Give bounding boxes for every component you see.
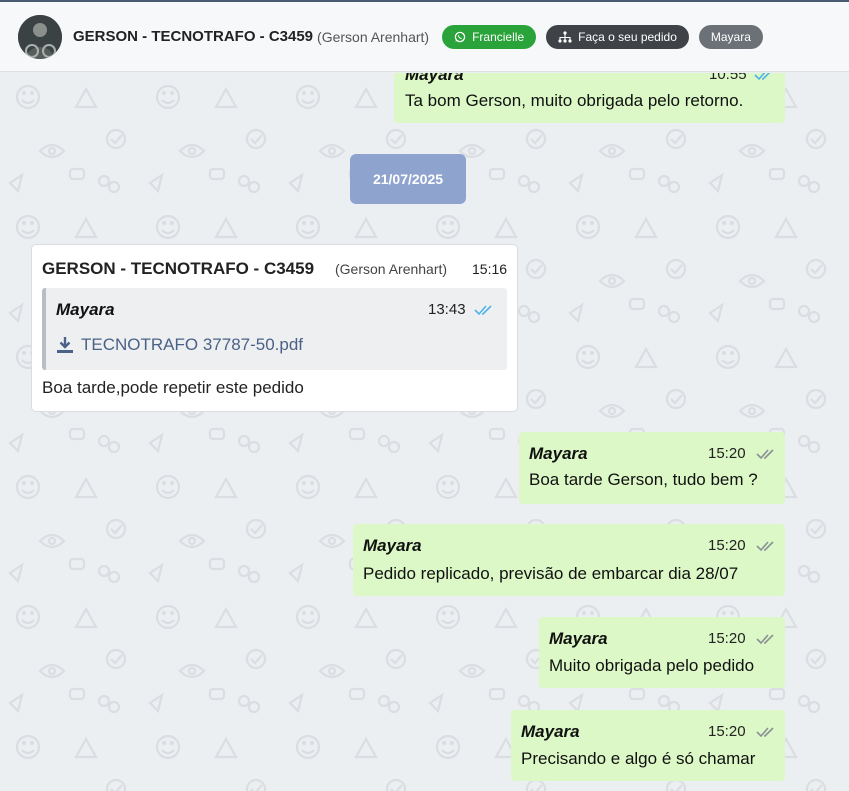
message-time: 15:16 <box>472 261 508 277</box>
message-text: Ta bom Gerson, muito obrigada pelo retor… <box>405 91 744 110</box>
read-ticks-icon <box>754 73 771 81</box>
message-text: Muito obrigada pelo pedido <box>549 656 755 675</box>
message-time: 10:55 <box>709 73 747 83</box>
contact-name[interactable]: GERSON - TECNOTRAFO - C3459 <box>73 28 313 45</box>
message-bubble-outgoing[interactable]: Mayara 15:20 Boa tarde Gerson, tudo bem … <box>519 432 785 504</box>
message-bubble-outgoing[interactable]: Mayara 15:20 Precisando e algo é só cham… <box>511 710 785 781</box>
sender-name: GERSON - TECNOTRAFO - C3459 <box>42 259 315 278</box>
message-author: Mayara <box>521 722 580 741</box>
delivered-ticks-icon <box>756 449 774 460</box>
file-name: TECNOTRAFO 37787-50.pdf <box>81 335 304 354</box>
message-bubble-incoming[interactable]: GERSON - TECNOTRAFO - C3459 (Gerson Aren… <box>31 244 518 412</box>
file-attachment-link[interactable]: TECNOTRAFO 37787-50.pdf <box>56 335 303 355</box>
message-bubble-outgoing[interactable]: Mayara 15:20 Muito obrigada pelo pedido <box>539 617 785 688</box>
message-text: Precisando e algo é só chamar <box>521 749 756 768</box>
date-separator: 21/07/2025 <box>350 154 466 204</box>
message-bubble-outgoing[interactable]: Mayara 10:55 Ta bom Gerson, muito obriga… <box>394 73 785 123</box>
download-icon <box>57 337 73 353</box>
quoted-time: 13:43 <box>428 301 466 318</box>
sitemap-icon <box>558 30 572 43</box>
message-time: 15:20 <box>708 537 746 554</box>
delivered-ticks-icon <box>756 634 774 645</box>
sender-subtitle: (Gerson Arenhart) <box>335 261 448 277</box>
message-bubble-outgoing[interactable]: Mayara 15:20 Pedido replicado, previsão … <box>353 524 785 596</box>
message-text: Boa tarde,pode repetir este pedido <box>42 378 304 397</box>
contact-subtitle: (Gerson Arenhart) <box>317 28 430 45</box>
message-text: Boa tarde Gerson, tudo bem ? <box>529 470 758 489</box>
whatsapp-icon <box>454 31 466 42</box>
message-author: Mayara <box>529 444 588 463</box>
message-author: Mayara <box>363 536 422 555</box>
place-order-button[interactable]: Faça o seu pedido <box>546 24 689 49</box>
agent-tag[interactable]: Mayara <box>698 24 763 49</box>
place-order-label: Faça o seu pedido <box>578 29 677 44</box>
contact-avatar[interactable] <box>18 14 62 59</box>
whatsapp-agent-button[interactable]: Francielle <box>442 24 537 49</box>
whatsapp-agent-label: Francielle <box>472 29 525 44</box>
chat-area[interactable]: Mayara 10:55 Ta bom Gerson, muito obriga… <box>0 73 849 791</box>
delivered-ticks-icon <box>756 541 774 552</box>
chat-header: GERSON - TECNOTRAFO - C3459 (Gerson Aren… <box>0 2 849 72</box>
quoted-author: Mayara <box>56 300 115 319</box>
message-time: 15:20 <box>708 445 746 462</box>
message-time: 15:20 <box>708 630 746 647</box>
read-ticks-icon <box>474 305 492 316</box>
quoted-message[interactable]: Mayara 13:43 TECNOTRAFO 37787-50.pdf <box>42 288 507 370</box>
delivered-ticks-icon <box>756 727 774 738</box>
message-text: Pedido replicado, previsão de embarcar d… <box>363 564 739 583</box>
message-time: 15:20 <box>708 723 746 740</box>
message-author: Mayara <box>549 629 608 648</box>
message-author: Mayara <box>405 73 464 84</box>
